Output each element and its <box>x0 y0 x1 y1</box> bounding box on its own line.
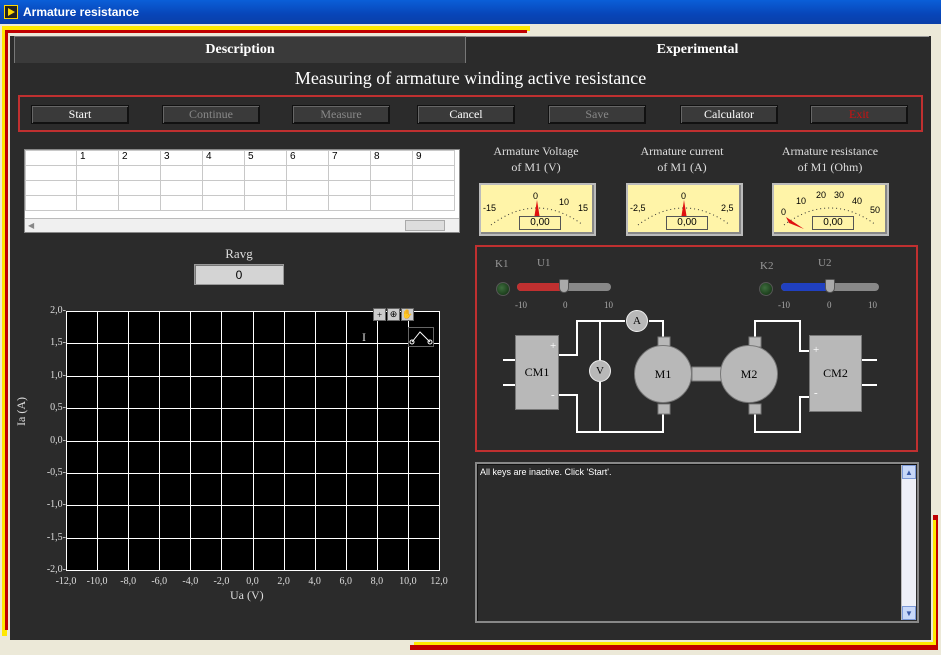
svg-text:20: 20 <box>816 190 826 200</box>
table-col-header: 6 <box>286 150 329 166</box>
voltmeter-icon: V <box>589 360 611 382</box>
cm1-minus: - <box>551 389 555 401</box>
svg-text:0: 0 <box>533 191 538 201</box>
svg-text:10: 10 <box>796 196 806 206</box>
cm2-plus: + <box>813 344 820 356</box>
resistance-needle <box>786 217 804 229</box>
graph-y-tick-label: -0,5- <box>46 466 66 478</box>
svg-text:0: 0 <box>781 207 786 217</box>
table-col-header: 3 <box>160 150 203 166</box>
scroll-down-arrow-icon[interactable]: ▼ <box>902 606 916 620</box>
cm2-minus: - <box>814 387 818 399</box>
current-value: 0,00 <box>666 216 708 230</box>
svg-text:10: 10 <box>559 197 569 207</box>
table-horizontal-scrollbar[interactable]: ◀ <box>25 218 459 232</box>
graph-palette: + ⊕ ✋ <box>373 308 414 321</box>
table-header-row: 1 2 3 4 5 6 7 8 9 <box>25 150 455 166</box>
plot-legend-line-icon[interactable] <box>408 327 434 347</box>
continue-button[interactable]: Continue <box>162 105 260 124</box>
graph-y-tick-label: -2,0- <box>46 564 66 575</box>
pan-hand-icon[interactable]: ✋ <box>401 308 414 321</box>
table-row[interactable] <box>25 165 455 181</box>
page-title: Measuring of armature winding active res… <box>294 68 647 88</box>
graph-y-tick-label: -1,5- <box>46 531 66 543</box>
voltage-meter-label: Armature Voltage of M1 (V) <box>493 144 579 174</box>
resistance-meter-label: Armature resistance of M1 (Ohm) <box>781 144 879 174</box>
crosshair-tool-icon[interactable]: + <box>373 308 386 321</box>
cancel-button[interactable]: Cancel <box>417 105 515 124</box>
svg-text:15: 15 <box>578 203 588 213</box>
ammeter-icon: A <box>626 310 648 332</box>
svg-text:-15: -15 <box>483 203 496 213</box>
table-row[interactable] <box>25 180 455 196</box>
current-meter: -2,5 0 2,5 0,00 <box>626 183 743 236</box>
tab-description[interactable]: Description <box>14 36 466 63</box>
graph-y-tick-label: 1,5- <box>50 337 66 349</box>
window-title-bar: Armature resistance <box>0 0 941 24</box>
start-button[interactable]: Start <box>31 105 129 124</box>
resistance-value: 0,00 <box>812 216 854 230</box>
scroll-up-arrow-icon[interactable]: ▲ <box>902 465 916 479</box>
voltage-value: 0,00 <box>519 216 561 230</box>
status-message: All keys are inactive. Click 'Start'. <box>480 467 612 477</box>
iv-graph-plot-area[interactable] <box>66 311 440 571</box>
graph-x-tick-label: 12,0 <box>430 576 448 587</box>
svg-text:2,5: 2,5 <box>721 203 734 213</box>
graph-y-tick-label: 0,5- <box>50 402 66 414</box>
svg-text:50: 50 <box>870 205 880 215</box>
graph-y-tick-label: 0,0- <box>50 434 66 446</box>
circuit-diagram: K1 U1 -10 0 10 K2 U2 -10 0 10 CM1 + - CM… <box>475 245 918 452</box>
graph-grid <box>66 311 440 571</box>
table-corner-cell <box>25 150 77 166</box>
current-meter-label: Armature current of M1 (A) <box>640 144 724 174</box>
table-col-header: 5 <box>244 150 287 166</box>
table-col-header: 7 <box>328 150 371 166</box>
motor-m1: M1 <box>634 345 692 403</box>
table-col-header: 4 <box>202 150 245 166</box>
graph-cursor-label: I <box>362 330 366 344</box>
graph-x-axis-label: Ua (V) <box>230 588 264 602</box>
svg-text:40: 40 <box>852 196 862 206</box>
zoom-tool-icon[interactable]: ⊕ <box>387 308 400 321</box>
ravg-indicator: 0 <box>194 264 284 285</box>
resistance-meter: 0 10 20 30 40 50 0,00 <box>772 183 889 236</box>
graph-y-tick-label: 2,0- <box>50 305 66 316</box>
motor-m2: M2 <box>720 345 778 403</box>
experiment-panel: Description Experimental Measuring of ar… <box>10 36 931 640</box>
svg-text:-2,5: -2,5 <box>630 203 646 213</box>
scroll-thumb[interactable] <box>405 220 445 231</box>
svg-text:0: 0 <box>681 191 686 201</box>
window-title: Armature resistance <box>23 5 140 19</box>
exit-button[interactable]: Exit <box>810 105 908 124</box>
graph-y-tick-label: 1,0- <box>50 369 66 381</box>
message-log[interactable]: All keys are inactive. Click 'Start'. ▲ … <box>475 462 919 623</box>
cm1-plus: + <box>550 340 557 352</box>
table-row[interactable] <box>25 195 455 211</box>
table-col-header: 2 <box>118 150 161 166</box>
table-col-header: 9 <box>412 150 455 166</box>
graph-y-tick-label: -1,0- <box>46 499 66 511</box>
graph-y-axis-label: Ia (A) <box>14 397 28 426</box>
svg-text:30: 30 <box>834 190 844 200</box>
control-button-bar: Start Continue Measure Cancel Save Calcu… <box>18 95 923 132</box>
scroll-left-arrow-icon[interactable]: ◀ <box>28 221 34 230</box>
tab-experimental[interactable]: Experimental <box>466 36 929 63</box>
voltage-meter: -15 0 10 15 0,00 <box>479 183 596 236</box>
table-col-header: 8 <box>370 150 413 166</box>
message-vertical-scrollbar[interactable]: ▲ ▼ <box>901 465 916 620</box>
table-col-header: 1 <box>76 150 119 166</box>
measure-button[interactable]: Measure <box>292 105 390 124</box>
calculator-button[interactable]: Calculator <box>680 105 778 124</box>
labview-app-icon <box>4 5 18 19</box>
measurement-table[interactable]: 1 2 3 4 5 6 7 8 9 ◀ <box>24 149 460 233</box>
save-button[interactable]: Save <box>548 105 646 124</box>
ravg-label: Ravg <box>225 246 253 261</box>
